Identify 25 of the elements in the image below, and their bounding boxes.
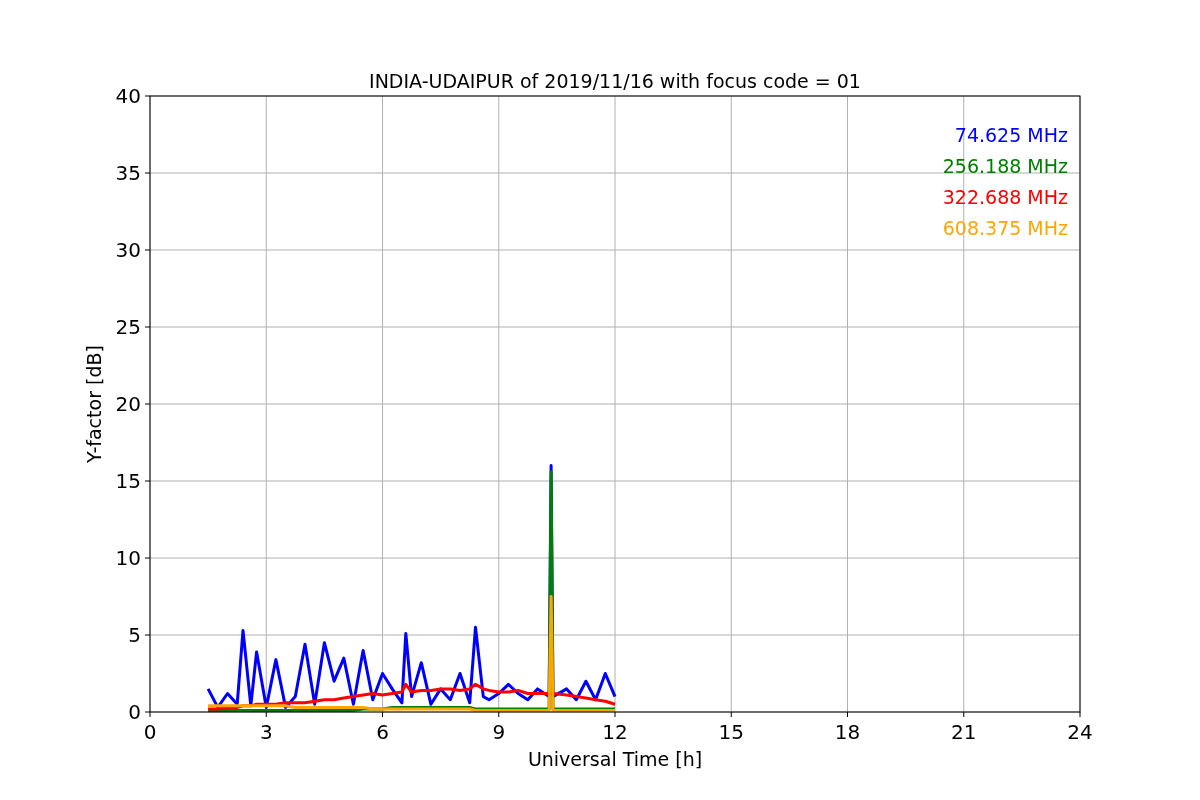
legend-label: 322.688 MHz: [942, 186, 1068, 208]
legend-label: 256.188 MHz: [942, 155, 1068, 177]
x-tick-label: 12: [602, 720, 628, 744]
y-tick-label: 20: [115, 392, 141, 416]
x-tick-label: 15: [718, 720, 744, 744]
y-tick-label: 40: [115, 84, 141, 108]
chart-title: INDIA-UDAIPUR of 2019/11/16 with focus code = 01: [369, 70, 861, 92]
x-axis-label: Universal Time [h]: [527, 748, 703, 770]
y-axis-label: Y-factor [dB]: [83, 345, 105, 463]
x-tick-label: 24: [1067, 720, 1093, 744]
legend-label: 608.375 MHz: [942, 217, 1068, 239]
y-tick-label: 10: [115, 546, 141, 570]
x-tick-label: 0: [143, 720, 157, 744]
x-tick-label: 3: [259, 720, 273, 744]
y-tick-label: 30: [115, 238, 141, 262]
x-tick-label: 18: [834, 720, 861, 744]
x-tick-label: 21: [951, 720, 977, 744]
y-tick-label: 35: [115, 161, 141, 185]
legend-label: 74.625 MHz: [954, 124, 1068, 146]
x-tick-label: 9: [492, 720, 506, 744]
y-tick-label: 0: [128, 700, 141, 724]
x-tick-label: 6: [376, 720, 389, 744]
y-tick-label: 25: [115, 315, 141, 339]
y-tick-label: 5: [128, 623, 141, 647]
y-tick-label: 15: [115, 469, 141, 493]
